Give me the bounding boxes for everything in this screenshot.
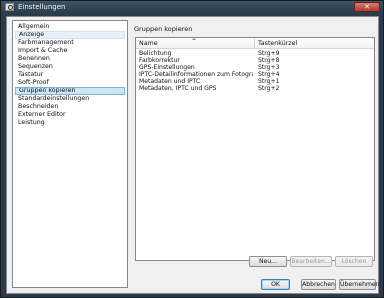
sidebar-item-tastatur[interactable]: Tastatur	[15, 71, 125, 79]
list-header: Name Tastenkürzel	[136, 38, 374, 49]
sidebar-item-sequenzen[interactable]: Sequenzen	[15, 63, 125, 71]
section-title: Gruppen kopieren	[134, 25, 193, 33]
sidebar-item-leistung[interactable]: Leistung	[15, 119, 125, 127]
sidebar-item-benennen[interactable]: Benennen	[15, 55, 125, 63]
edit-button[interactable]: Bearbeiten...	[290, 256, 332, 267]
sidebar-item-allgemein[interactable]: Allgemein	[15, 23, 125, 31]
settings-category-list[interactable]: Allgemein Anzeige Farbmanagement Import …	[12, 20, 128, 288]
list-row[interactable]: IPTC-Detailinformationen zum Fotografen …	[136, 71, 374, 78]
cancel-button[interactable]: Abbrechen	[301, 279, 336, 290]
row-name: Metadaten, IPTC und GPS	[139, 85, 217, 92]
sort-ascending-icon	[192, 38, 196, 40]
row-shortcut: Strg+1	[258, 78, 280, 85]
row-name: Belichtung	[139, 50, 172, 57]
window-title: Einstellungen	[18, 3, 66, 11]
sidebar-item-gruppen-kopieren[interactable]: Gruppen kopieren	[15, 87, 125, 95]
copy-groups-list[interactable]: Name Tastenkürzel Belichtung Strg+9 Farb…	[135, 37, 375, 261]
sidebar-item-farbmanagement[interactable]: Farbmanagement	[15, 39, 125, 47]
delete-button[interactable]: Löschen	[335, 256, 373, 267]
column-header-name[interactable]: Name	[139, 40, 158, 47]
list-row[interactable]: Farbkorrektur Strg+8	[136, 57, 374, 64]
settings-window: Einstellungen ✕ Allgemein Anzeige Farbma…	[0, 0, 384, 298]
new-button[interactable]: Neu...	[249, 256, 287, 267]
row-shortcut: Strg+2	[258, 85, 280, 92]
row-name: Farbkorrektur	[139, 57, 180, 64]
column-header-shortcut[interactable]: Tastenkürzel	[258, 40, 297, 47]
sidebar-item-anzeige[interactable]: Anzeige	[15, 31, 125, 39]
row-shortcut: Strg+9	[258, 50, 280, 57]
close-button[interactable]: ✕	[354, 2, 380, 12]
sidebar-item-import-cache[interactable]: Import & Cache	[15, 47, 125, 55]
row-name: IPTC-Detailinformationen zum Fotografen	[139, 71, 253, 78]
dialog-body: Allgemein Anzeige Farbmanagement Import …	[6, 16, 380, 294]
row-name: GPS-Einstellungen	[139, 64, 195, 71]
sidebar-item-soft-proof[interactable]: Soft-Proof	[15, 79, 125, 87]
ok-button[interactable]: OK	[261, 279, 290, 290]
list-row[interactable]: Belichtung Strg+9	[136, 50, 374, 57]
sidebar-item-standardeinstellungen[interactable]: Standardeinstellungen	[15, 95, 125, 103]
sidebar-item-beschneiden[interactable]: Beschneiden	[15, 103, 125, 111]
apply-button[interactable]: Übernehmen	[339, 279, 380, 290]
title-bar[interactable]: Einstellungen ✕	[1, 1, 383, 14]
column-separator[interactable]	[254, 38, 255, 49]
row-shortcut: Strg+3	[258, 64, 280, 71]
row-name: Metadaten und IPTC	[139, 78, 201, 85]
list-row[interactable]: Metadaten, IPTC und GPS Strg+2	[136, 85, 374, 92]
sidebar-item-externer-editor[interactable]: Externer Editor	[15, 111, 125, 119]
row-shortcut: Strg+4	[258, 71, 280, 78]
app-icon	[5, 3, 14, 11]
list-row[interactable]: GPS-Einstellungen Strg+3	[136, 64, 374, 71]
list-row[interactable]: Metadaten und IPTC Strg+1	[136, 78, 374, 85]
row-shortcut: Strg+8	[258, 57, 280, 64]
